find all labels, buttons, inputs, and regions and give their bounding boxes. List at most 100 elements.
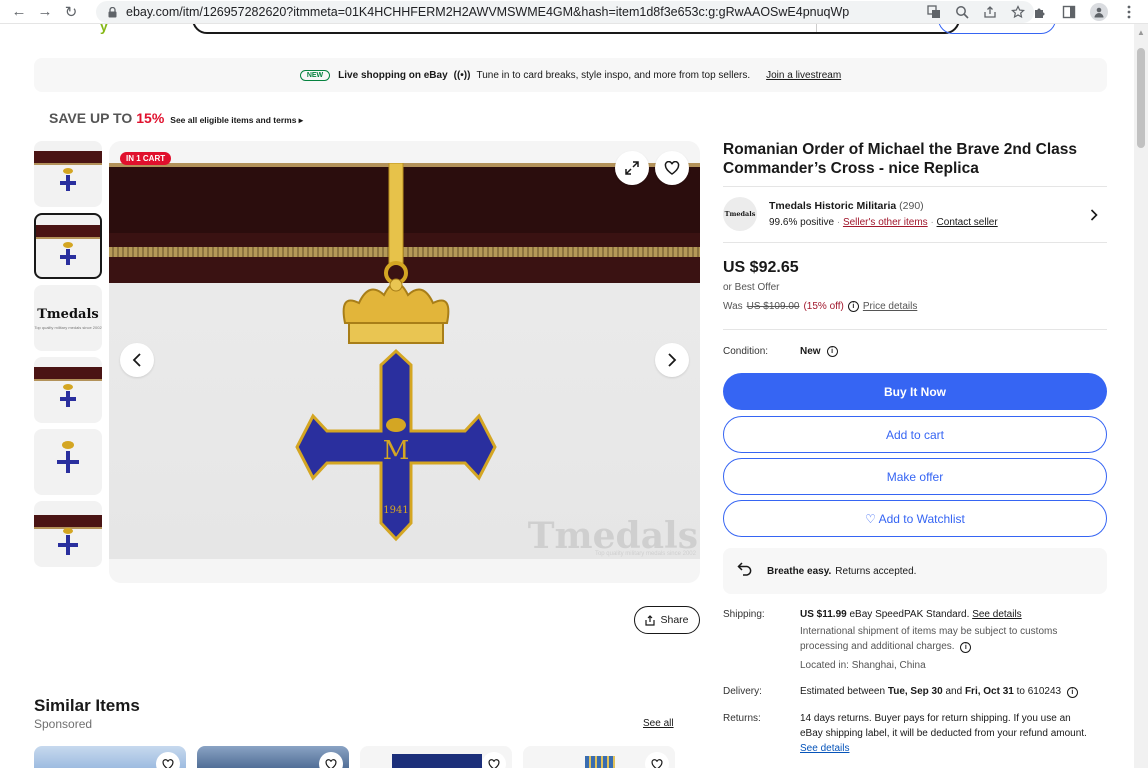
was-price-row: Was US $109.00 (15% off) i Price details <box>723 301 917 312</box>
chevron-right-icon[interactable] <box>1090 208 1098 224</box>
back-icon[interactable]: ← <box>6 0 32 24</box>
delivery-prefix: Estimated between <box>800 686 886 697</box>
best-offer-text: or Best Offer <box>723 282 780 293</box>
search-button-edge[interactable] <box>938 24 1056 34</box>
divider <box>723 186 1107 187</box>
info-icon[interactable]: i <box>847 301 859 312</box>
was-label: Was <box>723 301 743 312</box>
return-arrow-icon <box>737 561 753 581</box>
heart-icon[interactable] <box>156 752 180 768</box>
main-image-viewer[interactable]: IN 1 CART M 1941 Tmedals Top quality mil… <box>109 141 700 583</box>
save-up-to-text: SAVE UP TO <box>49 110 133 126</box>
seller-avatar[interactable]: Tmedals <box>723 197 757 231</box>
contact-seller-link[interactable]: Contact seller <box>937 217 998 228</box>
thumbnail-2-selected[interactable] <box>34 213 102 279</box>
broadcast-icon: ((•)) <box>453 69 471 81</box>
add-to-watchlist-button[interactable]: ♡ Add to Watchlist <box>723 500 1107 537</box>
similar-item-card[interactable] <box>360 746 512 768</box>
translate-icon[interactable] <box>926 4 942 20</box>
page-scrollbar[interactable]: ▲ <box>1134 24 1148 768</box>
extensions-icon[interactable] <box>1030 3 1048 21</box>
browser-toolbar: ← → ↻ ebay.com/itm/126957282620?itmmeta=… <box>0 0 1148 24</box>
reload-icon[interactable]: ↻ <box>58 0 84 24</box>
seller-name-row: Tmedals Historic Militaria (290) <box>769 200 924 212</box>
thumbnail-3-logo[interactable]: Tmedals Top quality military medals sinc… <box>34 285 102 351</box>
item-title: Romanian Order of Michael the Brave 2nd … <box>723 141 1078 177</box>
thumbnail-4[interactable] <box>34 357 102 423</box>
address-bar[interactable]: ebay.com/itm/126957282620?itmmeta=01K4HC… <box>96 1 1034 23</box>
shipping-label: Shipping: <box>723 609 765 620</box>
join-livestream-link[interactable]: Join a livestream <box>766 70 841 81</box>
prev-image-chevron-icon[interactable] <box>120 343 154 377</box>
price-details-link[interactable]: Price details <box>863 301 917 312</box>
returns-text: 14 days returns. Buyer pays for return s… <box>800 713 1087 739</box>
tmedals-logo-subtitle: Top quality military medals since 2002 <box>34 325 102 330</box>
similar-items-title: Similar Items <box>34 696 140 715</box>
share-button[interactable]: Share <box>634 606 700 634</box>
shipping-price: US $11.99 <box>800 609 847 620</box>
ebay-logo-fragment[interactable]: y <box>100 24 110 34</box>
shipping-service: eBay SpeedPAK Standard. <box>849 609 970 620</box>
delivery-value: Estimated between Tue, Sep 30 and Fri, O… <box>800 684 1100 699</box>
share-page-icon[interactable] <box>982 4 998 20</box>
live-title: Live shopping on eBay <box>338 69 448 81</box>
delivery-label: Delivery: <box>723 686 762 697</box>
thumbnail-5[interactable] <box>34 429 102 495</box>
info-icon[interactable]: i <box>960 642 972 653</box>
seller-name[interactable]: Tmedals Historic Militaria <box>769 200 896 212</box>
similar-item-card[interactable] <box>34 746 186 768</box>
seller-feedback-count: (290) <box>899 200 924 212</box>
returns-accepted-text: Returns accepted. <box>835 565 917 577</box>
next-image-chevron-icon[interactable] <box>655 343 689 377</box>
see-all-link[interactable]: See all <box>643 718 674 729</box>
info-icon[interactable]: i <box>1066 687 1078 698</box>
ebay-header-remnant: y <box>0 24 1148 36</box>
zoom-icon[interactable] <box>954 4 970 20</box>
condition-value-row: New i <box>800 346 838 357</box>
medal-thumb-icon <box>57 441 79 473</box>
thumbnail-6[interactable] <box>34 501 102 567</box>
add-to-cart-button[interactable]: Add to cart <box>723 416 1107 453</box>
returns-label: Returns: <box>723 713 761 724</box>
promo-row: SAVE UP TO 15% See all eligible items an… <box>49 110 303 126</box>
returns-see-details-link[interactable]: See details <box>800 743 849 754</box>
share-icon <box>645 614 656 626</box>
heart-icon[interactable] <box>645 752 669 768</box>
similar-item-card[interactable] <box>523 746 675 768</box>
tmedals-logo: Tmedals <box>37 307 99 322</box>
heart-icon[interactable] <box>482 752 506 768</box>
profile-avatar-icon[interactable] <box>1090 3 1108 21</box>
similar-item-card[interactable] <box>197 746 349 768</box>
buy-it-now-button[interactable]: Buy It Now <box>723 373 1107 410</box>
side-panel-icon[interactable] <box>1060 3 1078 21</box>
eligible-items-link[interactable]: See all eligible items and terms ▸ <box>170 115 303 126</box>
expand-icon[interactable] <box>615 151 649 185</box>
share-label: Share <box>660 614 689 626</box>
heart-icon[interactable] <box>319 752 343 768</box>
shipping-note: International shipment of items may be s… <box>800 626 1058 652</box>
was-price: US $109.00 <box>746 301 800 312</box>
scrollbar-thumb[interactable] <box>1137 48 1145 148</box>
divider <box>723 329 1107 330</box>
heart-icon[interactable] <box>655 151 689 185</box>
sponsored-label: Sponsored <box>34 717 93 731</box>
medal-thumb-icon <box>60 384 76 407</box>
condition-value: New <box>800 346 821 357</box>
scroll-up-arrow-icon[interactable]: ▲ <box>1137 28 1145 37</box>
info-icon[interactable]: i <box>826 346 838 357</box>
returns-accepted-banner: Breathe easy. Returns accepted. <box>723 548 1107 594</box>
item-price: US $92.65 <box>723 259 799 276</box>
shipping-see-details-link[interactable]: See details <box>972 609 1021 620</box>
forward-icon[interactable]: → <box>32 0 58 24</box>
product-photo: M 1941 Tmedals Top quality military meda… <box>109 163 700 559</box>
seller-other-items-link[interactable]: Seller's other items <box>843 217 928 228</box>
menu-kebab-icon[interactable] <box>1120 3 1138 21</box>
delivery-and: and <box>945 686 963 697</box>
make-offer-button[interactable]: Make offer <box>723 458 1107 495</box>
save-percent: 15% <box>136 110 165 126</box>
thumbnail-1[interactable] <box>34 141 102 207</box>
search-bar-edge[interactable] <box>192 24 960 34</box>
lock-icon <box>106 6 118 18</box>
bookmark-star-icon[interactable] <box>1010 4 1026 20</box>
search-divider <box>816 24 817 32</box>
